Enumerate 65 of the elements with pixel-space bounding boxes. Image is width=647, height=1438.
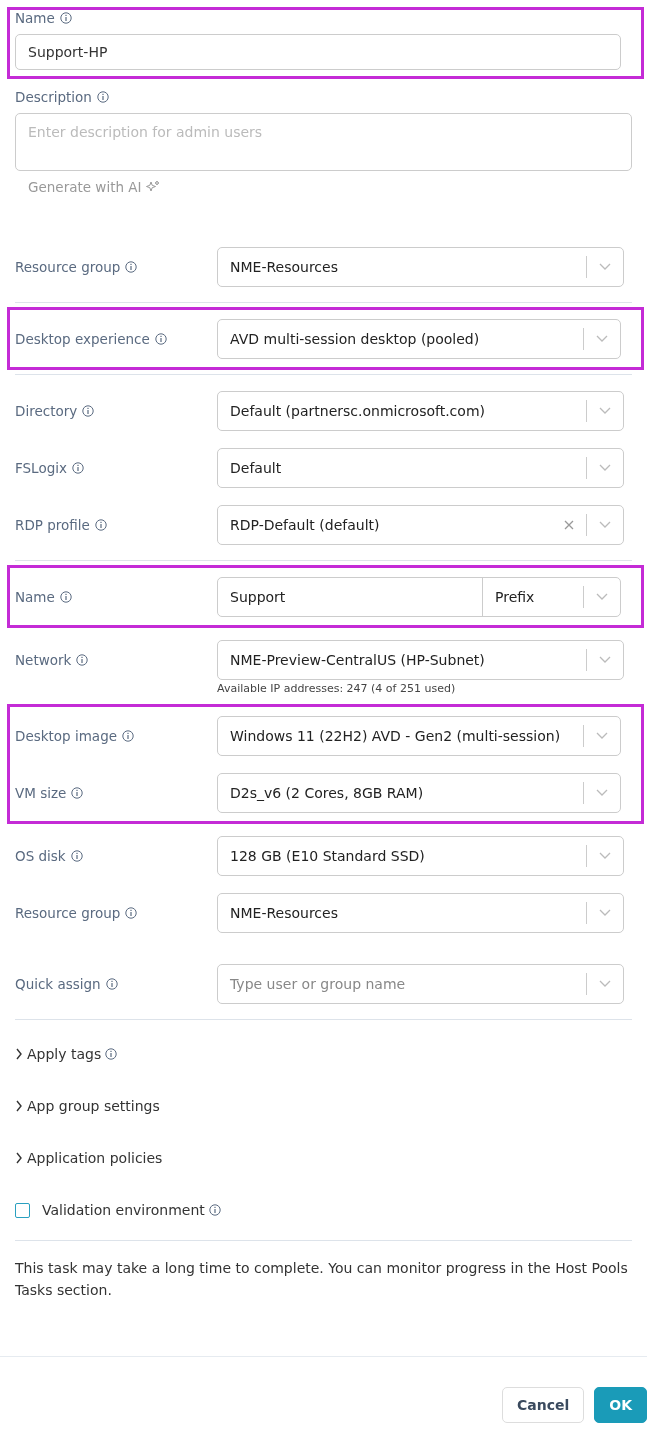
field-label: Desktop experience [15,330,167,347]
dropdown-field[interactable]: 128 GB (E10 Standard SSD) [217,835,624,876]
text-input[interactable]: Support-HP [15,34,621,70]
info-icon [82,404,95,417]
info-icon [105,977,118,990]
dropdown-field[interactable]: Windows 11 (22H2) AVD - Gen2 (multi-session) [217,715,621,756]
cancel-button[interactable]: Cancel [501,1387,585,1423]
dropdown-field[interactable]: Default (partnersc.onmicrosoft.com) [217,390,624,431]
info-icon [125,260,138,273]
info-icon [76,653,89,666]
field-label: RDP profile [15,516,107,533]
info-icon [71,461,84,474]
chevron-down-icon [599,463,611,472]
field-label: Desktop image [15,727,134,744]
chevron-down-icon [596,592,608,601]
section-toggle[interactable]: App group settings [15,1080,632,1132]
chevron-down-icon [599,406,611,415]
field-label: Quick assign [15,975,118,992]
field-label: Resource group [15,904,138,921]
info-icon [125,906,138,919]
field-label: Description [15,89,109,105]
checkbox[interactable] [15,1202,30,1218]
name-input[interactable]: Support Prefix [217,576,621,617]
notice-text: This task may take a long time to complete. You can monitor progress in the Host Pools Tasks section. [15,1259,629,1300]
field-label: VM size [15,784,84,801]
info-icon [96,91,109,103]
info-icon [59,12,72,24]
dropdown-field[interactable]: NME-Resources [217,892,624,933]
dropdown-field[interactable]: D2s_v6 (2 Cores, 8GB RAM) [217,772,621,813]
info-icon [105,1048,118,1060]
info-icon [71,786,84,799]
checkbox-label: Validation environment [42,1202,205,1218]
dropdown-field[interactable]: NME-Resources [217,246,624,287]
chevron-down-icon [596,334,608,343]
info-icon [154,332,167,345]
info-icon [94,518,107,531]
field-label: OS disk [15,847,83,864]
info-icon [70,849,83,862]
field-label: Name [15,588,72,605]
info-icon [208,1204,221,1216]
section-toggle[interactable]: Apply tags [15,1028,632,1080]
chevron-down-icon [596,731,608,740]
field-label: Name [15,10,72,26]
info-icon [122,729,134,742]
chevron-down-icon [599,520,611,529]
helper-text: Available IP addresses: 247 (4 of 251 used) [217,682,457,695]
section-toggle[interactable]: Application policies [15,1132,632,1184]
sparkle-icon [145,180,160,194]
dropdown-field[interactable]: Default [217,447,624,488]
clear-icon[interactable] [564,519,574,530]
dropdown-field[interactable]: AVD multi-session desktop (pooled) [217,318,621,359]
info-icon [59,590,72,603]
chevron-down-icon [599,655,611,664]
chevron-down-icon [599,851,611,860]
dropdown-field[interactable]: Type user or group name [217,963,624,1004]
chevron-down-icon [599,262,611,271]
chevron-down-icon [599,979,611,988]
field-label: FSLogix [15,459,84,476]
field-label: Network [15,651,89,668]
dropdown-field[interactable]: NME-Preview-CentralUS (HP-Subnet) [217,639,624,680]
field-label: Directory [15,402,95,419]
chevron-down-icon [599,908,611,917]
field-label: Resource group [15,258,138,275]
dropdown-field[interactable]: RDP-Default (default) [217,504,624,545]
chevron-down-icon [596,788,608,797]
